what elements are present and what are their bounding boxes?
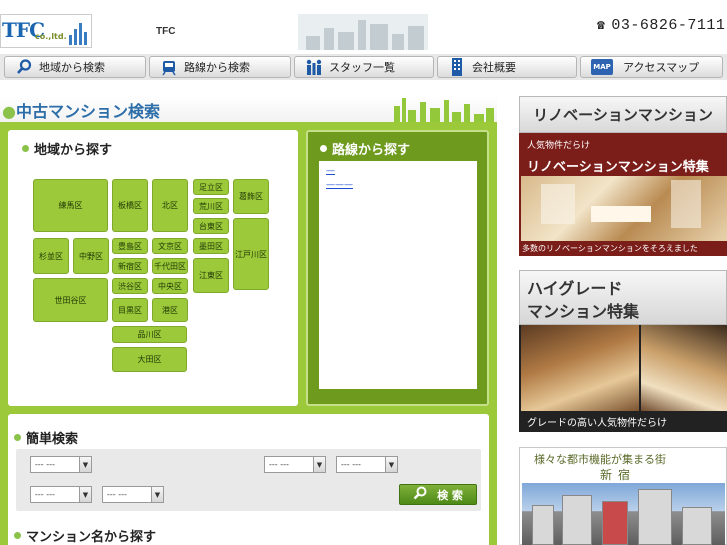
- select-layout[interactable]: --- --- ▼: [30, 486, 92, 503]
- shinjuku-title: 様々な都市機能が集まる街: [534, 453, 666, 466]
- ward-sumida[interactable]: 墨田区: [193, 238, 229, 254]
- ward-shinagawa[interactable]: 品川区: [112, 326, 187, 343]
- bullet-icon: [14, 532, 21, 539]
- nav-label: スタッフ一覧: [329, 61, 395, 74]
- phone-number[interactable]: ☎ 03-6826-7111: [597, 17, 725, 34]
- select-value: --- ---: [341, 460, 361, 469]
- line-link[interactable]: ———: [326, 180, 353, 190]
- bullet-icon: [320, 145, 327, 152]
- chevron-down-icon: ▼: [79, 457, 91, 472]
- line-search-heading: 路線から探す: [320, 139, 410, 158]
- simple-search-heading: 簡単検索: [14, 428, 78, 447]
- highgrade-photo-1: [521, 325, 639, 411]
- search-button-label: 検 索: [437, 488, 463, 502]
- ward-nakano[interactable]: 中野区: [73, 238, 109, 274]
- phone-number-text: 03-6826-7111: [611, 17, 726, 34]
- search-icon: [413, 486, 427, 503]
- shinjuku-photo: [522, 483, 725, 545]
- title-skyline-decoration: [390, 96, 497, 122]
- select-value: --- ---: [35, 490, 55, 499]
- ward-taito[interactable]: 台東区: [193, 218, 229, 234]
- chevron-down-icon: ▼: [313, 457, 325, 472]
- page-title-text: 中古マンション検索: [15, 102, 160, 121]
- nav-company-info[interactable]: 会社概要: [437, 56, 577, 78]
- building-icon: [446, 58, 468, 76]
- logo-sub-text: co.,ltd.: [35, 32, 67, 41]
- shinjuku-place: 新宿: [600, 468, 637, 482]
- page: TFC co.,ltd. TFC ☎ 03-6826-7111 地域から検索 路線…: [0, 0, 727, 545]
- nav-label: 会社概要: [472, 61, 516, 74]
- bullet-icon: [14, 434, 21, 441]
- renovation-tagline: 人気物件だらけ: [527, 141, 591, 151]
- ward-edogawa[interactable]: 江戸川区: [233, 218, 269, 290]
- chevron-down-icon: ▼: [385, 457, 397, 472]
- highgrade-caption: グレードの高い人気物件だらけ: [527, 418, 667, 429]
- ward-katsushika[interactable]: 葛飾区: [233, 179, 269, 214]
- ward-chiyoda[interactable]: 千代田区: [152, 258, 188, 274]
- chevron-down-icon: ▼: [79, 487, 91, 502]
- ward-minato[interactable]: 港区: [152, 298, 188, 322]
- select-age[interactable]: --- --- ▼: [102, 486, 164, 503]
- ward-shinjuku[interactable]: 新宿区: [112, 258, 148, 274]
- header-skyline-image: [298, 14, 428, 50]
- highgrade-title-line1: ハイグレード: [527, 279, 623, 298]
- chevron-down-icon: ▼: [151, 487, 163, 502]
- nav-area-search[interactable]: 地域から検索: [4, 56, 146, 78]
- title-bullet-icon: ●: [2, 102, 16, 121]
- ward-arakawa[interactable]: 荒川区: [193, 198, 229, 214]
- ward-meguro[interactable]: 目黒区: [112, 298, 148, 322]
- main-nav: 地域から検索 路線から検索 スタッフ一覧 会社概要 MAP アクセスマップ: [0, 54, 727, 80]
- renovation-photo: [521, 176, 727, 241]
- magnifier-icon: [13, 58, 35, 76]
- name-search-heading-text: マンション名から探す: [26, 530, 157, 545]
- ward-kita[interactable]: 北区: [152, 179, 188, 232]
- ward-chuo[interactable]: 中央区: [152, 278, 188, 294]
- line-list: [319, 161, 477, 389]
- simple-search-heading-text: 簡単検索: [26, 432, 79, 447]
- search-button[interactable]: 検 索: [399, 484, 477, 505]
- page-title: ●中古マンション検索: [2, 98, 160, 122]
- area-search-heading-text: 地域から探す: [34, 143, 113, 158]
- bullet-icon: [22, 145, 29, 152]
- select-price-max[interactable]: --- --- ▼: [336, 456, 398, 473]
- ward-suginami[interactable]: 杉並区: [33, 238, 69, 274]
- area-search-heading: 地域から探す: [22, 139, 112, 158]
- select-value: --- ---: [269, 460, 289, 469]
- nav-access-map[interactable]: MAP アクセスマップ: [580, 56, 723, 78]
- map-icon: MAP: [591, 59, 613, 75]
- ward-adachi[interactable]: 足立区: [193, 179, 229, 195]
- line-search-heading-text: 路線から探す: [332, 143, 411, 158]
- renovation-banner-title: リノベーションマンション: [519, 96, 727, 133]
- staff-icon: [303, 58, 325, 76]
- phone-icon: ☎: [597, 18, 606, 33]
- name-search-heading: マンション名から探す: [14, 526, 156, 545]
- nav-staff-list[interactable]: スタッフ一覧: [294, 56, 434, 78]
- renovation-feature: リノベーションマンション特集: [527, 160, 709, 175]
- ward-bunkyo[interactable]: 文京区: [152, 238, 188, 254]
- highgrade-title-line2: マンション特集: [527, 302, 640, 321]
- select-price-min[interactable]: --- --- ▼: [264, 456, 326, 473]
- site-name: TFC: [156, 26, 176, 37]
- select-value: --- ---: [35, 460, 55, 469]
- nav-label: 路線から検索: [184, 61, 250, 74]
- line-link[interactable]: —: [326, 166, 335, 176]
- train-icon: [158, 58, 180, 76]
- ward-koto[interactable]: 江東区: [193, 258, 229, 293]
- nav-label: アクセスマップ: [623, 61, 700, 74]
- select-area[interactable]: --- --- ▼: [30, 456, 92, 473]
- renovation-caption: 多数のリノベーションマンションをそろえました: [522, 244, 698, 253]
- nav-line-search[interactable]: 路線から検索: [149, 56, 291, 78]
- select-value: --- ---: [107, 490, 127, 499]
- ward-nerima[interactable]: 練馬区: [33, 179, 108, 232]
- nav-label: 地域から検索: [39, 61, 105, 74]
- ward-setagaya[interactable]: 世田谷区: [33, 278, 108, 322]
- highgrade-photo-2: [641, 325, 727, 411]
- ward-shibuya[interactable]: 渋谷区: [112, 278, 148, 294]
- ward-itabashi[interactable]: 板橋区: [112, 179, 148, 232]
- ward-ota[interactable]: 大田区: [112, 347, 187, 372]
- ward-toshima[interactable]: 豊島区: [112, 238, 148, 254]
- logo-bars-icon: [69, 23, 87, 45]
- company-logo[interactable]: TFC co.,ltd.: [0, 14, 92, 48]
